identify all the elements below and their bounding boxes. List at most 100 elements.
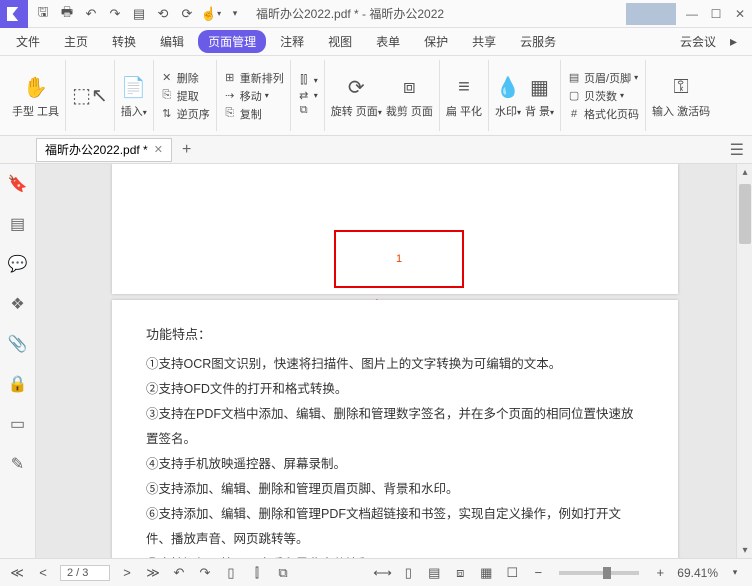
tab-home[interactable]: 主页 bbox=[54, 30, 98, 53]
qat-undo-icon[interactable]: ↶ bbox=[80, 3, 102, 25]
merge-icon: ⧉ bbox=[297, 104, 311, 117]
split-button[interactable]: ⫿⫿▾ bbox=[297, 74, 318, 87]
new-tab-button[interactable]: + bbox=[182, 141, 191, 159]
crop-button[interactable]: ⧈裁剪 页面 bbox=[386, 60, 433, 131]
first-page-button[interactable]: ≪ bbox=[8, 565, 26, 581]
two-page-icon[interactable]: ⧉ bbox=[274, 565, 292, 581]
zoom-dropdown-icon[interactable]: ▾ bbox=[726, 567, 744, 578]
view-mode2-icon[interactable]: ▤ bbox=[425, 565, 443, 581]
tab-edit[interactable]: 编辑 bbox=[150, 30, 194, 53]
close-tab-icon[interactable]: ✕ bbox=[154, 143, 163, 156]
view-mode3-icon[interactable]: ⧈ bbox=[451, 565, 469, 581]
minimize-button[interactable]: — bbox=[680, 2, 704, 26]
qat-redo2-icon[interactable]: ⟳ bbox=[176, 3, 198, 25]
signatures-panel-icon[interactable]: ✎ bbox=[8, 454, 28, 474]
fields-panel-icon[interactable]: ▭ bbox=[8, 414, 28, 434]
rotate-button[interactable]: ⟳旋转 页面▾ bbox=[331, 60, 382, 131]
scroll-down-icon[interactable]: ▾ bbox=[737, 542, 752, 558]
document-tab[interactable]: 福昕办公2022.pdf * ✕ bbox=[36, 138, 172, 162]
view-mode1-icon[interactable]: ▯ bbox=[399, 565, 417, 581]
tab-comment[interactable]: 注释 bbox=[270, 30, 314, 53]
pages-panel-icon[interactable]: ▤ bbox=[8, 214, 28, 234]
last-page-button[interactable]: ≫ bbox=[144, 565, 162, 581]
bates-button[interactable]: ▢贝茨数▾ bbox=[567, 88, 639, 104]
format-pagenum-button[interactable]: #格式化页码 bbox=[567, 106, 639, 122]
zoom-out-button[interactable]: − bbox=[529, 565, 547, 580]
doc-line: ④支持手机放映遥控器、屏幕录制。 bbox=[146, 452, 644, 477]
fit-width-icon[interactable]: ⟷ bbox=[373, 565, 391, 581]
tab-meeting[interactable]: 云会议 bbox=[670, 30, 726, 53]
background-button[interactable]: ▦背 景▾ bbox=[525, 60, 554, 131]
tab-view[interactable]: 视图 bbox=[318, 30, 362, 53]
tab-file[interactable]: 文件 bbox=[6, 30, 50, 53]
flatten-icon: ≡ bbox=[458, 72, 470, 104]
move-button[interactable]: ⇢移动▾ bbox=[223, 88, 284, 104]
copy-button[interactable]: ⎘复制 bbox=[223, 106, 284, 122]
doc-line: ②支持OFD文件的打开和格式转换。 bbox=[146, 377, 644, 402]
qat-save-icon[interactable]: 🖫 bbox=[32, 3, 54, 25]
extract-button[interactable]: ⎘提取 bbox=[160, 88, 210, 104]
single-page-icon[interactable]: ▯ bbox=[222, 565, 240, 581]
page-indicator[interactable]: 2 / 3 bbox=[60, 565, 110, 581]
qat-open-icon[interactable]: ▤ bbox=[128, 3, 150, 25]
tab-cloud[interactable]: 云服务 bbox=[510, 30, 566, 53]
tab-convert[interactable]: 转换 bbox=[102, 30, 146, 53]
cursor-icon: ⬚↖ bbox=[72, 80, 108, 112]
security-panel-icon[interactable]: 🔒 bbox=[8, 374, 28, 394]
comments-panel-icon[interactable]: 💬 bbox=[8, 254, 28, 274]
back-button[interactable]: ↶ bbox=[170, 565, 188, 581]
tab-protect[interactable]: 保护 bbox=[414, 30, 458, 53]
bookmark-panel-icon[interactable]: 🔖 bbox=[8, 174, 28, 194]
zoom-level[interactable]: 69.41% bbox=[677, 566, 718, 580]
hand-tool-button[interactable]: ✋手型 工具 bbox=[12, 60, 59, 131]
vertical-scrollbar[interactable]: ▴ ▾ bbox=[736, 164, 752, 558]
tab-share[interactable]: 共享 bbox=[462, 30, 506, 53]
window-title: 福昕办公2022.pdf * - 福昕办公2022 bbox=[256, 5, 626, 22]
doc-line: ⑥支持添加、编辑、删除和管理PDF文档超链接和书签，实现自定义操作，例如打开文件… bbox=[146, 502, 644, 552]
app-logo[interactable] bbox=[0, 0, 28, 28]
forward-button[interactable]: ↷ bbox=[196, 565, 214, 581]
document-canvas[interactable]: 1 功能特点： ①支持OCR图文识别，快速将扫描件、图片上的文字转换为可编辑的文… bbox=[36, 164, 736, 558]
rearrange-button[interactable]: ⊞重新排列 bbox=[223, 70, 284, 86]
attachments-panel-icon[interactable]: 📎 bbox=[8, 334, 28, 354]
view-mode5-icon[interactable]: ☐ bbox=[503, 565, 521, 581]
key-icon: ⚿ bbox=[673, 72, 688, 104]
header-footer-button[interactable]: ▤页眉/页脚▾ bbox=[567, 70, 639, 86]
flatten-button[interactable]: ≡扁 平化 bbox=[446, 60, 482, 131]
reverse-button[interactable]: ⇅逆页序 bbox=[160, 106, 210, 122]
split-icon: ⫿⫿ bbox=[297, 74, 311, 87]
zoom-in-button[interactable]: + bbox=[651, 565, 669, 580]
qat-print-icon[interactable]: 🖶 bbox=[56, 3, 78, 25]
continuous-icon[interactable]: ⫿ bbox=[248, 565, 266, 581]
view-mode4-icon[interactable]: ▦ bbox=[477, 565, 495, 581]
annotation-redbox: 1 bbox=[334, 230, 464, 288]
delete-button[interactable]: ✕删除 bbox=[160, 70, 210, 86]
select-button[interactable]: ⬚↖ bbox=[72, 60, 108, 131]
layers-panel-icon[interactable]: ❖ bbox=[8, 294, 28, 314]
insert-button[interactable]: 📄插入▾ bbox=[121, 60, 147, 131]
activation-button[interactable]: ⚿输入 激活码 bbox=[652, 60, 710, 131]
qat-undo2-icon[interactable]: ⟲ bbox=[152, 3, 174, 25]
swap-button[interactable]: ⇄▾ bbox=[297, 89, 318, 102]
tab-page-mgmt[interactable]: 页面管理 bbox=[198, 30, 266, 53]
zoom-slider[interactable] bbox=[559, 571, 639, 575]
hand-icon: ✋ bbox=[23, 72, 48, 104]
scroll-thumb[interactable] bbox=[739, 184, 751, 244]
merge-button[interactable]: ⧉ bbox=[297, 104, 318, 117]
menu-overflow-icon[interactable]: ▸ bbox=[730, 33, 746, 50]
prev-page-button[interactable]: < bbox=[34, 565, 52, 580]
qat-redo-icon[interactable]: ↷ bbox=[104, 3, 126, 25]
scroll-up-icon[interactable]: ▴ bbox=[737, 164, 752, 180]
maximize-button[interactable]: ☐ bbox=[704, 2, 728, 26]
tab-form[interactable]: 表单 bbox=[366, 30, 410, 53]
insert-icon: 📄 bbox=[121, 72, 146, 104]
tabstrip-menu-icon[interactable]: ☰ bbox=[730, 140, 744, 160]
close-button[interactable]: ✕ bbox=[728, 2, 752, 26]
next-page-button[interactable]: > bbox=[118, 565, 136, 580]
doc-line: ③支持在PDF文档中添加、编辑、删除和管理数字签名，并在多个页面的相同位置快速放… bbox=[146, 402, 644, 452]
zoom-slider-knob[interactable] bbox=[603, 567, 611, 579]
qat-more-icon[interactable]: ▾ bbox=[224, 3, 246, 25]
qat-touch-icon[interactable]: ☝▾ bbox=[200, 3, 222, 25]
user-block[interactable] bbox=[626, 3, 676, 25]
watermark-button[interactable]: 💧水印▾ bbox=[495, 60, 521, 131]
